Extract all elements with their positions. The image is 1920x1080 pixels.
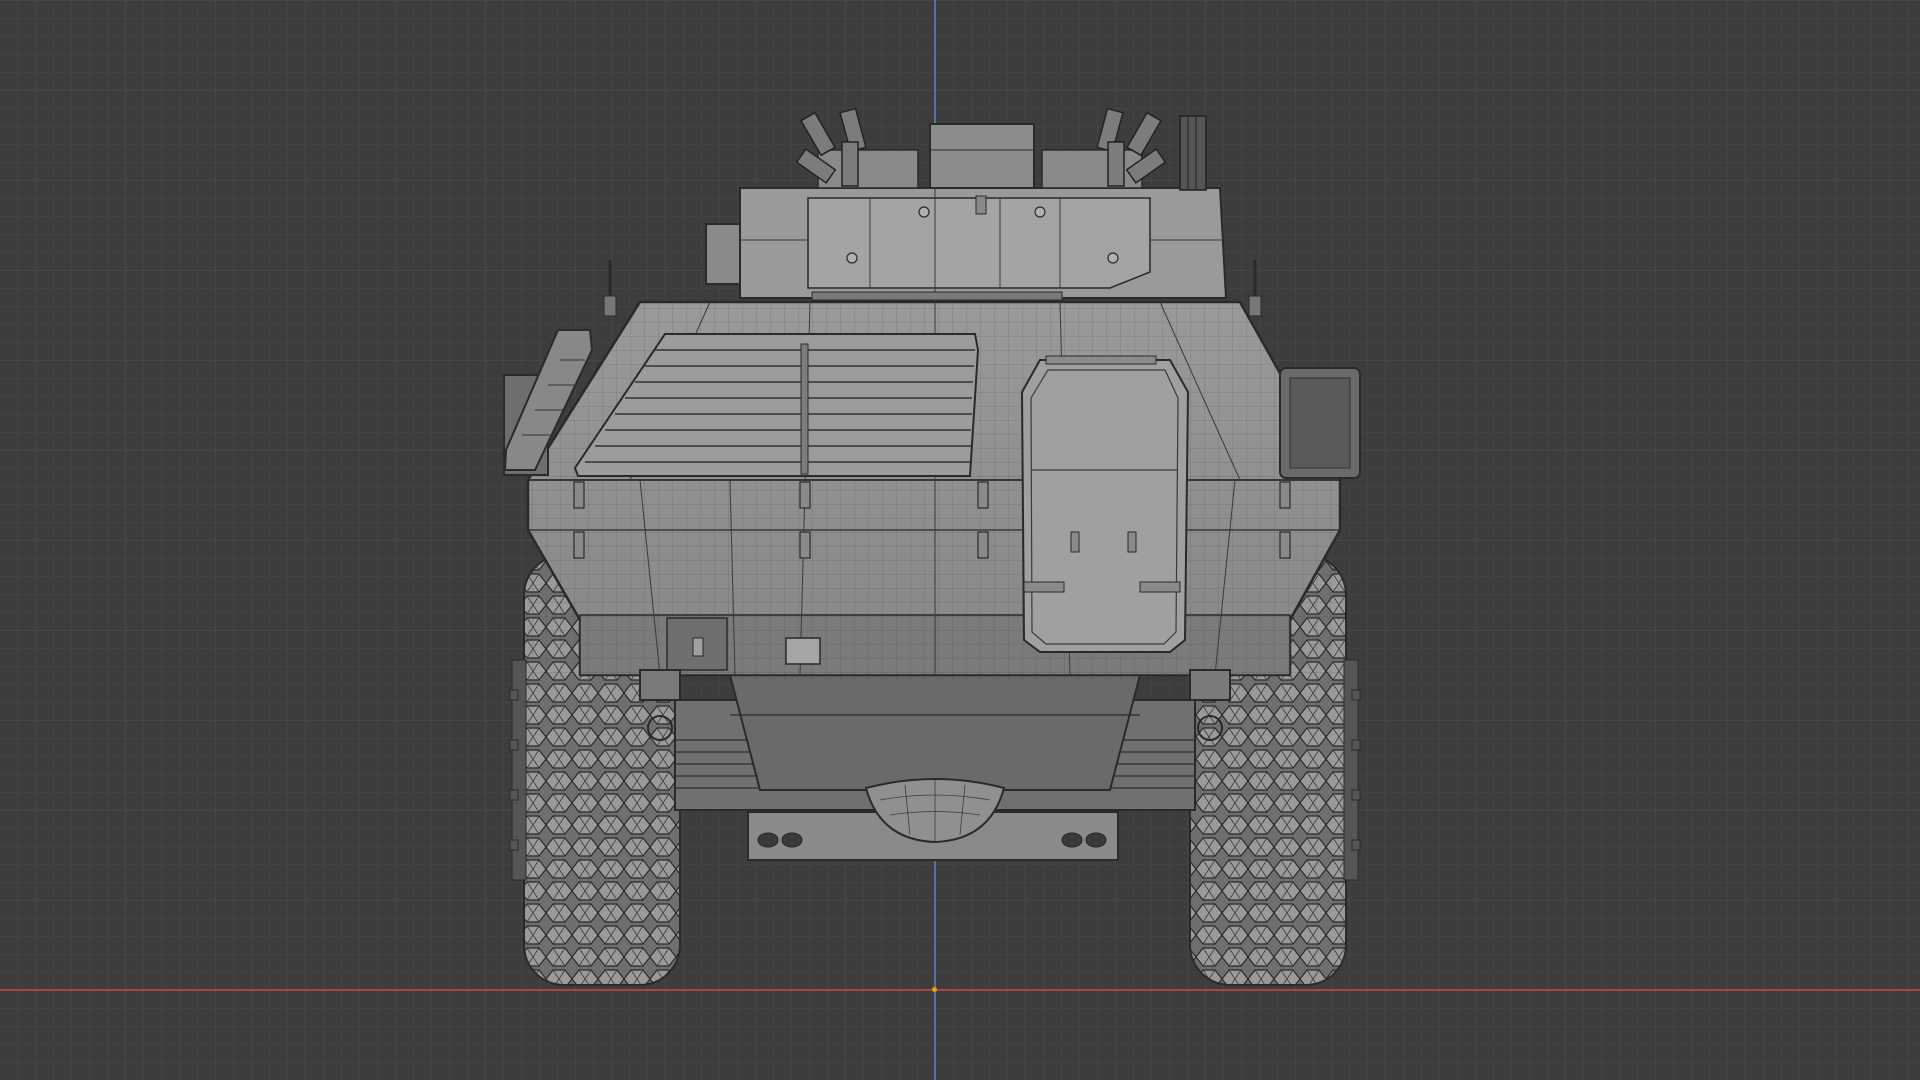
vehicle-model[interactable] <box>0 0 1920 1080</box>
front-hatch <box>1020 355 1190 653</box>
lower-hull <box>728 674 1142 791</box>
world-origin-marker <box>932 987 937 992</box>
3d-viewport[interactable] <box>0 0 1920 1080</box>
